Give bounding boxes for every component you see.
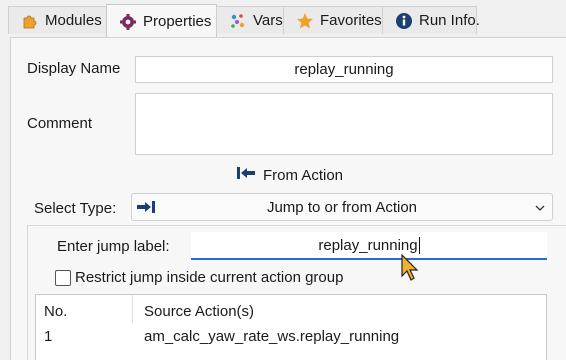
jump-label-label: Enter jump label:: [57, 238, 170, 255]
from-action-heading: From Action: [236, 165, 343, 185]
select-type-dropdown[interactable]: Jump to or from Action: [131, 193, 553, 221]
jump-label-value: replay_running: [318, 236, 418, 254]
select-type-label: Select Type:: [34, 200, 117, 217]
row-no: 1: [44, 328, 53, 345]
tab-run-info[interactable]: Run Info.: [382, 6, 480, 34]
from-action-label: From Action: [263, 166, 344, 184]
tab-modules[interactable]: Modules: [8, 6, 107, 34]
mouse-pointer-icon: [400, 253, 420, 286]
source-actions-table: No. Source Action(s) 1 am_calc_yaw_rate_…: [35, 294, 547, 360]
puzzle-icon: [21, 12, 39, 30]
column-divider: [132, 295, 133, 323]
jump-label-input[interactable]: replay_running: [191, 232, 547, 260]
text-caret: [418, 236, 420, 254]
tab-label: Run Info.: [419, 12, 480, 29]
restrict-jump-checkbox[interactable]: [55, 270, 71, 286]
comment-field[interactable]: [135, 93, 553, 155]
info-icon: [395, 12, 413, 30]
tab-bar: Modules Properties Vars Favorites Run In…: [0, 0, 566, 38]
display-name-label: Display Name: [27, 60, 121, 77]
tab-properties[interactable]: Properties: [106, 4, 217, 38]
vars-dots-icon: [229, 12, 247, 30]
tab-label: Properties: [143, 13, 212, 30]
tab-vars[interactable]: Vars: [216, 6, 284, 34]
gear-icon: [119, 13, 137, 31]
table-header-source: Source Action(s): [144, 303, 255, 320]
select-type-value: Jump to or from Action: [266, 199, 418, 216]
tab-favorites[interactable]: Favorites: [283, 6, 383, 34]
table-header-no: No.: [44, 303, 68, 320]
comment-label: Comment: [27, 115, 93, 132]
restrict-jump-label: Restrict jump inside current action grou…: [75, 269, 344, 286]
row-source-action: am_calc_yaw_rate_ws.replay_running: [144, 328, 400, 345]
tab-label: Modules: [45, 12, 102, 29]
star-icon: [296, 12, 314, 30]
tab-label: Vars: [253, 12, 283, 29]
chevron-down-icon: [534, 201, 546, 218]
tab-label: Favorites: [320, 12, 382, 29]
display-name-field[interactable]: replay_running: [135, 56, 553, 83]
jump-from-icon: [236, 165, 256, 185]
